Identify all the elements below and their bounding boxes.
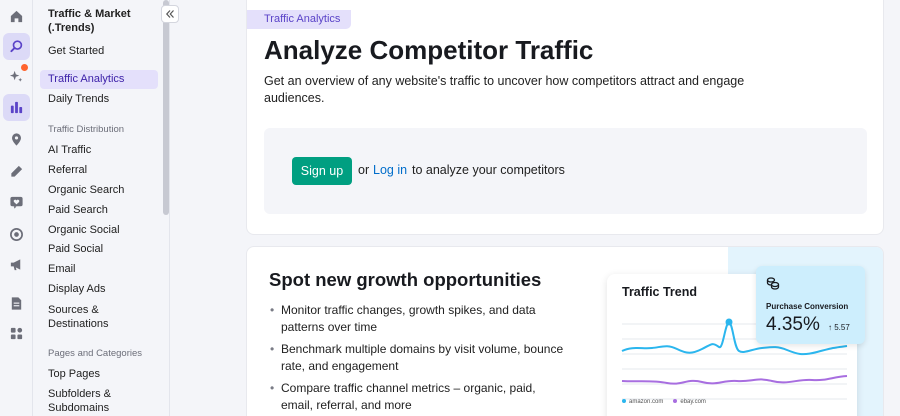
chart-legend: amazon.com ebay.com — [622, 399, 706, 405]
coins-icon — [766, 277, 780, 290]
megaphone-icon[interactable] — [3, 251, 30, 278]
growth-card: Spot new growth opportunities Monitor tr… — [246, 246, 884, 416]
sidebar-item-ai-traffic[interactable]: AI Traffic — [40, 141, 158, 160]
cta-tail-text: to analyze your competitors — [412, 163, 565, 177]
sidebar-item-referral[interactable]: Referral — [40, 161, 158, 180]
pencil-icon[interactable] — [3, 158, 30, 185]
sidebar-title: Traffic & Market (.Trends) — [48, 8, 131, 34]
sidebar-scrollbar[interactable] — [163, 0, 169, 215]
sidebar-item-paid-search[interactable]: Paid Search — [40, 201, 158, 220]
sidebar-group-label: Pages and Categories — [48, 348, 143, 359]
log-in-link[interactable]: Log in — [373, 163, 407, 177]
target-icon[interactable] — [3, 221, 30, 248]
conversion-label: Purchase Conversion — [766, 302, 849, 311]
sidebar: Traffic & Market (.Trends) Get Started T… — [34, 0, 170, 416]
hero-card: Traffic Analytics Analyze Competitor Tra… — [246, 0, 884, 235]
growth-title: Spot new growth opportunities — [269, 269, 542, 290]
double-chevron-left-icon — [165, 10, 174, 18]
list-item: Benchmark multiple domains by visit volu… — [269, 341, 569, 375]
apps-grid-icon[interactable] — [3, 320, 30, 347]
page-title: Analyze Competitor Traffic — [264, 35, 594, 65]
sidebar-item-display-ads[interactable]: Display Ads — [40, 280, 158, 299]
legend-item: amazon.com — [622, 399, 663, 405]
sidebar-item-organic-social[interactable]: Organic Social — [40, 221, 158, 240]
sidebar-item-subfolders[interactable]: Subfolders & Subdomains — [40, 386, 158, 416]
hero-badge: Traffic Analytics — [247, 10, 352, 29]
search-icon[interactable] — [3, 33, 30, 60]
bar-chart-icon[interactable] — [3, 94, 30, 121]
sidebar-item-organic-search[interactable]: Organic Search — [40, 181, 158, 200]
purchase-conversion-card: Purchase Conversion 4.35% ↑ 5.57 — [756, 266, 865, 344]
document-icon[interactable] — [3, 290, 30, 317]
traffic-trend-title: Traffic Trend — [622, 285, 698, 299]
hero-description: Get an overview of any website's traffic… — [264, 74, 745, 105]
notification-dot — [21, 64, 28, 71]
sidebar-item-email[interactable]: Email — [40, 260, 158, 279]
arrow-up-icon: ↑ — [828, 323, 832, 332]
sidebar-item-paid-social[interactable]: Paid Social — [40, 240, 158, 259]
conversion-value: 4.35% — [766, 314, 820, 335]
list-item: Compare traffic channel metrics – organi… — [269, 380, 569, 414]
home-icon[interactable] — [3, 3, 30, 30]
sidebar-item-traffic-analytics[interactable]: Traffic Analytics — [40, 70, 158, 89]
sparkle-icon[interactable] — [3, 63, 30, 90]
sidebar-item-get-started[interactable]: Get Started — [40, 42, 158, 61]
sidebar-item-top-pages[interactable]: Top Pages — [40, 365, 158, 384]
collapse-sidebar-button[interactable] — [161, 5, 179, 23]
list-item: Monitor traffic changes, growth spikes, … — [269, 302, 569, 336]
conversion-delta: ↑ 5.57 — [828, 323, 850, 332]
cta-or-text: or — [358, 163, 370, 177]
sidebar-item-daily-trends[interactable]: Daily Trends — [40, 90, 158, 109]
sidebar-item-sources-destinations[interactable]: Sources & Destinations — [40, 302, 158, 332]
icon-rail — [0, 0, 33, 416]
feature-list: Monitor traffic changes, growth spikes, … — [269, 302, 569, 416]
sign-up-button[interactable]: Sign up — [292, 157, 352, 185]
heart-chat-icon[interactable] — [3, 189, 30, 216]
location-pin-icon[interactable] — [3, 126, 30, 153]
cta-box: Sign up or Log in to analyze your compet… — [264, 128, 867, 214]
sidebar-group-label: Traffic Distribution — [48, 124, 125, 135]
legend-item: ebay.com — [673, 399, 706, 405]
